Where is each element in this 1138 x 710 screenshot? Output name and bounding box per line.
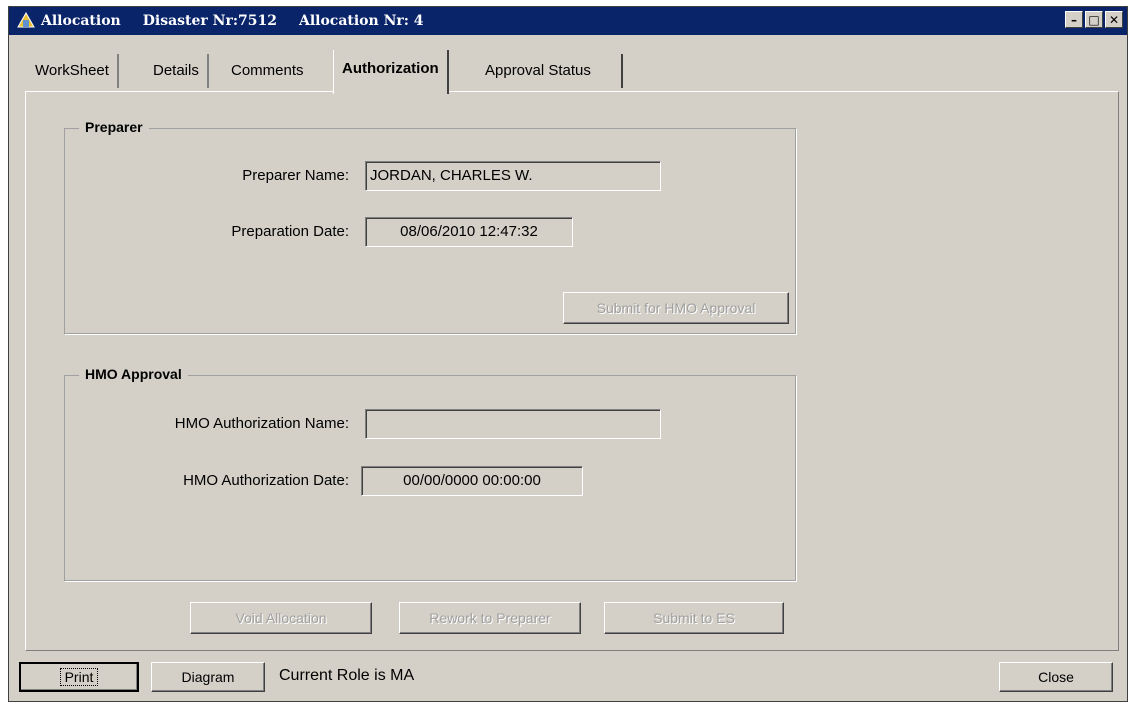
maximize-button[interactable]: □ [1085, 11, 1103, 28]
hmo-authorization-date-label: HMO Authorization Date: [183, 472, 349, 489]
minimize-icon: – [1071, 12, 1077, 27]
minimize-button[interactable]: – [1065, 11, 1083, 28]
preparer-group-title: Preparer [79, 119, 149, 135]
tab-worksheet[interactable]: WorkSheet [27, 54, 119, 88]
tab-comments[interactable]: Comments [223, 54, 312, 88]
preparer-name-label: Preparer Name: [242, 167, 349, 184]
window-title: Allocation [41, 13, 121, 29]
void-allocation-button[interactable]: Void Allocation [190, 602, 372, 634]
allocation-window: Allocation Disaster Nr:7512 Allocation N… [8, 6, 1128, 702]
submit-for-hmo-approval-button[interactable]: Submit for HMO Approval [563, 292, 789, 324]
allocation-app-icon [17, 11, 35, 28]
preparer-group: Preparer Preparer Name: JORDAN, CHARLES … [64, 119, 796, 334]
diagram-button[interactable]: Diagram [151, 662, 265, 692]
close-icon: ✕ [1108, 12, 1120, 27]
title-bar[interactable]: Allocation Disaster Nr:7512 Allocation N… [9, 7, 1127, 35]
hmo-approval-group-title: HMO Approval [79, 366, 188, 382]
authorization-panel: Preparer Preparer Name: JORDAN, CHARLES … [25, 91, 1119, 651]
print-button-label: Print [59, 668, 99, 686]
hmo-authorization-date-field[interactable]: 00/00/0000 00:00:00 [361, 466, 583, 496]
window-controls: – □ ✕ [1065, 11, 1123, 28]
submit-to-es-button[interactable]: Submit to ES [604, 602, 784, 634]
tab-approval-status[interactable]: Approval Status [477, 54, 623, 88]
disaster-number: Disaster Nr:7512 [142, 13, 277, 29]
allocation-number: Allocation Nr: 4 [298, 13, 424, 29]
maximize-icon: □ [1088, 12, 1100, 27]
preparer-name-field[interactable]: JORDAN, CHARLES W. [365, 161, 661, 191]
close-button[interactable]: Close [999, 662, 1113, 692]
hmo-authorization-name-field[interactable] [365, 409, 661, 439]
hmo-approval-group: HMO Approval HMO Authorization Name: HMO… [64, 366, 796, 581]
preparation-date-field[interactable]: 08/06/2010 12:47:32 [365, 217, 573, 247]
tab-authorization[interactable]: Authorization [333, 50, 449, 94]
print-button[interactable]: Print [19, 662, 139, 692]
current-role-status: Current Role is MA [279, 667, 415, 684]
rework-to-preparer-button[interactable]: Rework to Preparer [399, 602, 581, 634]
preparation-date-label: Preparation Date: [231, 223, 349, 240]
close-window-button[interactable]: ✕ [1105, 11, 1123, 28]
hmo-authorization-name-label: HMO Authorization Name: [174, 415, 349, 432]
tab-details[interactable]: Details [145, 54, 209, 88]
